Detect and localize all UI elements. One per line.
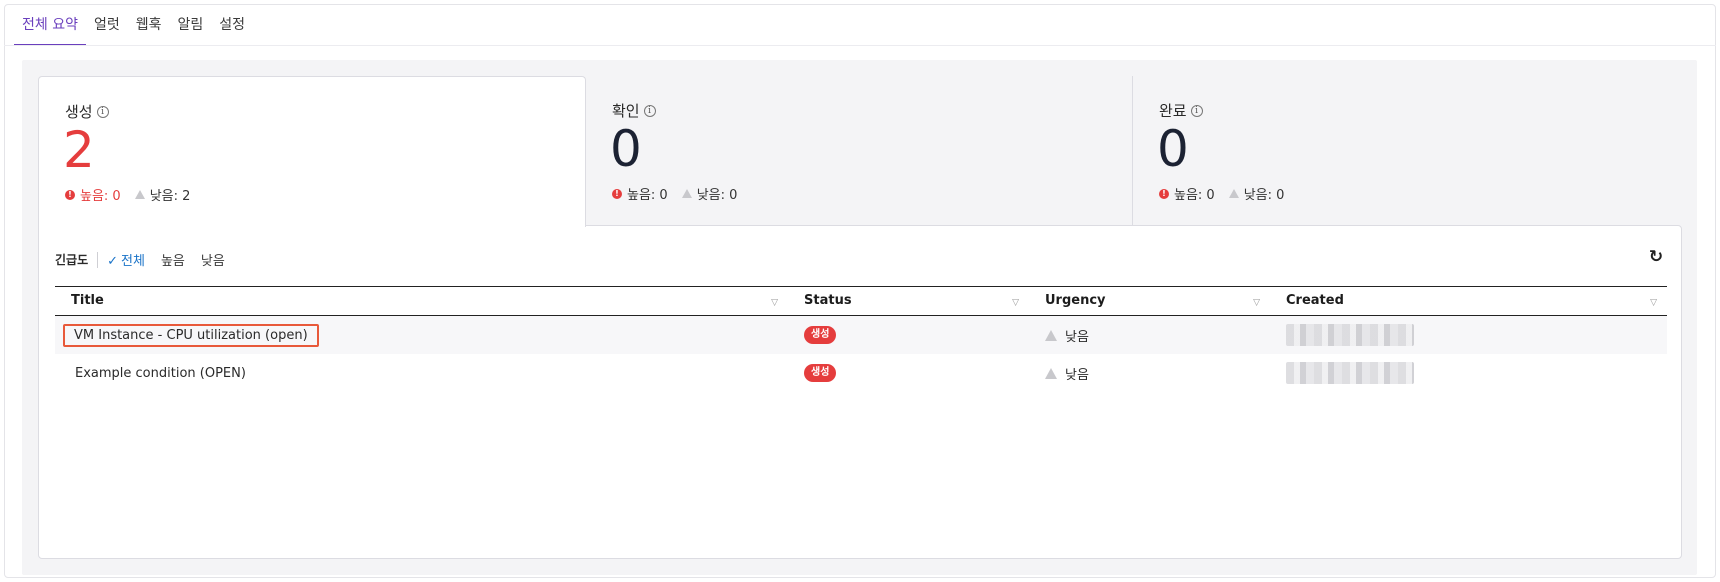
summary-card-acknowledged[interactable]: 확인 i 0 ! 높음: 0 낮음: 0 bbox=[586, 76, 1132, 226]
tab-webhooks[interactable]: 웹훅 bbox=[128, 6, 170, 46]
low-urgency-label: 낮음: 0 bbox=[696, 188, 738, 203]
card-count: 0 bbox=[1157, 120, 1189, 178]
card-count: 0 bbox=[610, 120, 642, 178]
column-label: Urgency bbox=[1045, 293, 1106, 308]
low-urgency-label: 낮음: 2 bbox=[149, 189, 191, 204]
alert-table: Title ▽ Status ▽ Urgency ▽ Created ▽ VM Inst… bbox=[55, 286, 1667, 392]
table-header: Title ▽ Status ▽ Urgency ▽ Created ▽ bbox=[55, 286, 1667, 316]
low-urgency-count: 낮음: 0 bbox=[681, 184, 738, 203]
column-header-urgency[interactable]: Urgency ▽ bbox=[1029, 287, 1270, 315]
exclamation-circle-icon: ! bbox=[65, 189, 75, 200]
filter-option-high[interactable]: 높음 bbox=[161, 250, 185, 269]
high-urgency-label: 높음: 0 bbox=[80, 189, 121, 204]
column-label: Title bbox=[71, 293, 104, 308]
card-count: 2 bbox=[63, 121, 95, 179]
tab-notifications[interactable]: 알림 bbox=[170, 6, 212, 46]
filter-divider bbox=[97, 251, 99, 268]
high-urgency-count: ! 높음: 0 bbox=[65, 185, 121, 204]
tab-settings[interactable]: 설정 bbox=[211, 6, 253, 46]
check-icon: ✓ bbox=[107, 254, 119, 269]
high-urgency-count: ! 높음: 0 bbox=[1159, 184, 1215, 203]
status-badge: 생성 bbox=[804, 364, 837, 382]
cell-urgency: 낮음 bbox=[1029, 326, 1270, 345]
column-label: Status bbox=[804, 293, 852, 308]
table-row[interactable]: Example condition (OPEN) 생성 낮음 bbox=[55, 354, 1667, 392]
card-header: 생성 i bbox=[65, 101, 109, 122]
card-urgency-breakdown: ! 높음: 0 낮음: 2 bbox=[65, 185, 190, 204]
warning-triangle-icon bbox=[134, 190, 145, 199]
low-urgency-count: 낮음: 2 bbox=[134, 185, 191, 204]
card-title: 완료 bbox=[1159, 102, 1187, 120]
filter-option-label: 전체 bbox=[121, 254, 145, 269]
sort-icon[interactable]: ▽ bbox=[1253, 289, 1260, 317]
urgency-filter: 긴급도 ✓ 전체 높음 낮음 bbox=[55, 250, 241, 269]
sort-icon[interactable]: ▽ bbox=[771, 289, 778, 317]
table-row[interactable]: VM Instance - CPU utilization (open) 생성 … bbox=[55, 316, 1667, 354]
warning-triangle-icon bbox=[681, 189, 692, 198]
info-icon[interactable]: i bbox=[1190, 104, 1203, 117]
alert-list-panel: 긴급도 ✓ 전체 높음 낮음 ↻ Title ▽ Status ▽ Urgency ▽ … bbox=[38, 225, 1682, 559]
low-urgency-label: 낮음: 0 bbox=[1243, 188, 1285, 203]
card-urgency-breakdown: ! 높음: 0 낮음: 0 bbox=[1159, 184, 1284, 203]
high-urgency-label: 높음: 0 bbox=[627, 188, 668, 203]
card-header: 확인 i bbox=[612, 100, 656, 121]
cell-status: 생성 bbox=[788, 326, 1029, 344]
tab-underline-divider bbox=[4, 45, 1716, 46]
high-urgency-count: ! 높음: 0 bbox=[612, 184, 668, 203]
exclamation-circle-icon: ! bbox=[612, 188, 622, 199]
card-urgency-breakdown: ! 높음: 0 낮음: 0 bbox=[612, 184, 737, 203]
column-header-title[interactable]: Title ▽ bbox=[55, 287, 788, 315]
column-label: Created bbox=[1286, 293, 1344, 308]
low-urgency-count: 낮음: 0 bbox=[1228, 184, 1285, 203]
cell-created bbox=[1270, 362, 1667, 384]
summary-card-created[interactable]: 생성 i 2 ! 높음: 0 낮음: 2 bbox=[38, 76, 586, 227]
status-badge: 생성 bbox=[804, 326, 837, 344]
cell-urgency: 낮음 bbox=[1029, 364, 1270, 383]
urgency-label: 낮음 bbox=[1065, 367, 1089, 383]
card-title: 확인 bbox=[612, 102, 640, 120]
cell-status: 생성 bbox=[788, 364, 1029, 382]
column-header-created[interactable]: Created ▽ bbox=[1270, 287, 1667, 315]
exclamation-circle-icon: ! bbox=[1159, 188, 1169, 199]
refresh-icon[interactable]: ↻ bbox=[1645, 246, 1667, 268]
urgency-label: 낮음 bbox=[1065, 329, 1089, 345]
alert-title-link[interactable]: VM Instance - CPU utilization (open) bbox=[63, 323, 319, 347]
cell-title: VM Instance - CPU utilization (open) bbox=[55, 323, 788, 347]
info-icon[interactable]: i bbox=[643, 104, 656, 117]
card-title: 생성 bbox=[65, 103, 93, 121]
redacted-timestamp bbox=[1286, 362, 1414, 384]
warning-triangle-icon bbox=[1045, 367, 1057, 379]
sort-icon[interactable]: ▽ bbox=[1650, 289, 1657, 317]
tab-bar: 전체 요약 얼럿 웹훅 알림 설정 bbox=[14, 6, 253, 46]
warning-triangle-icon bbox=[1228, 189, 1239, 198]
warning-triangle-icon bbox=[1045, 329, 1057, 341]
redacted-timestamp bbox=[1286, 324, 1414, 346]
urgency-filter-label: 긴급도 bbox=[55, 253, 89, 267]
filter-option-all[interactable]: ✓ 전체 bbox=[107, 250, 145, 269]
cell-title: Example condition (OPEN) bbox=[55, 366, 788, 381]
card-header: 완료 i bbox=[1159, 100, 1203, 121]
tab-alerts[interactable]: 얼럿 bbox=[86, 6, 128, 46]
high-urgency-label: 높음: 0 bbox=[1174, 188, 1215, 203]
info-icon[interactable]: i bbox=[96, 105, 109, 118]
column-header-status[interactable]: Status ▽ bbox=[788, 287, 1029, 315]
summary-card-resolved[interactable]: 완료 i 0 ! 높음: 0 낮음: 0 bbox=[1133, 76, 1679, 226]
tab-overview[interactable]: 전체 요약 bbox=[14, 6, 86, 46]
cell-created bbox=[1270, 324, 1667, 346]
sort-icon[interactable]: ▽ bbox=[1012, 289, 1019, 317]
filter-option-low[interactable]: 낮음 bbox=[201, 250, 225, 269]
alert-title-link[interactable]: Example condition (OPEN) bbox=[75, 366, 246, 381]
